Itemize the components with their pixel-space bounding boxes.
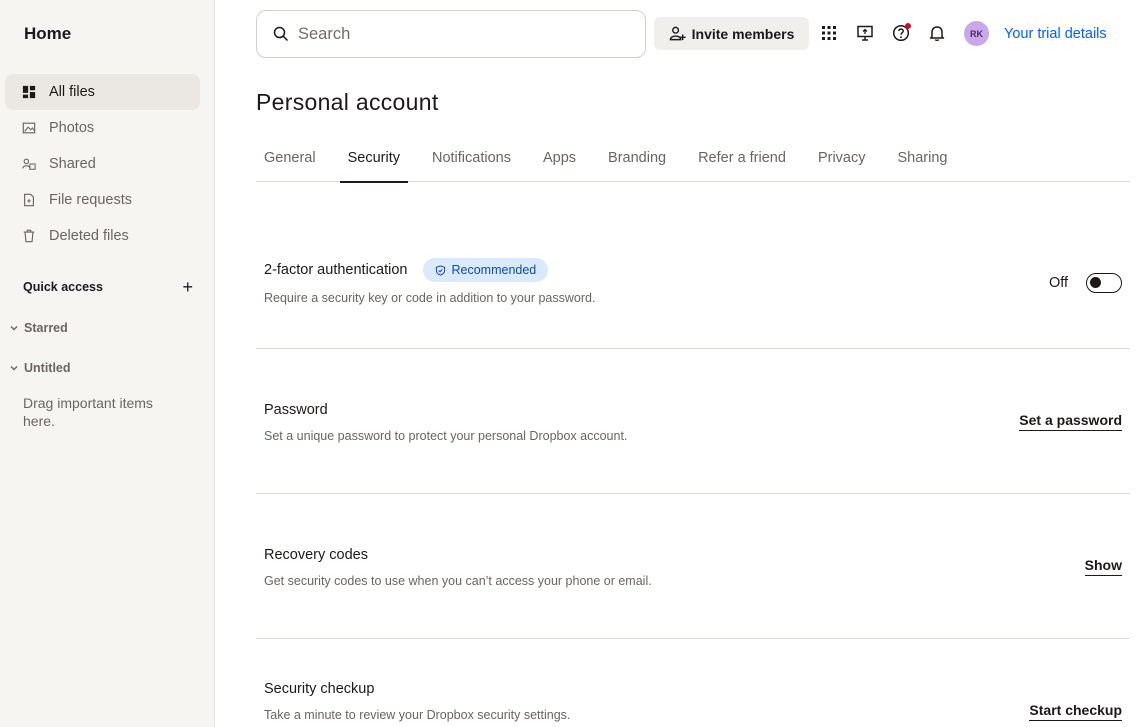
sidebar-item-label: Deleted files (49, 228, 129, 244)
untitled-group-toggle[interactable]: Untitled (9, 361, 71, 375)
invite-members-label: Invite members (691, 25, 795, 42)
password-title: Password (264, 402, 328, 418)
page-title: Personal account (256, 89, 439, 115)
two-factor-toggle-state: Off (1049, 275, 1069, 291)
two-factor-description: Require a security key or code in additi… (264, 291, 596, 305)
recovery-codes-row: Recovery codes Get security codes to use… (256, 494, 1130, 639)
quick-access-add-button[interactable]: + (182, 278, 193, 296)
password-description: Set a unique password to protect your pe… (264, 429, 628, 443)
sidebar-item-all-files[interactable]: All files (5, 74, 200, 110)
trash-icon (21, 228, 37, 244)
sidebar-item-label: File requests (49, 192, 133, 208)
tab-notifications[interactable]: Notifications (424, 140, 519, 182)
two-factor-toggle[interactable] (1086, 273, 1122, 293)
sidebar-item-file-requests[interactable]: File requests (5, 182, 200, 218)
trial-details-link[interactable]: Your trial details (1004, 26, 1107, 42)
app-grid-icon (822, 26, 836, 40)
app-grid-button[interactable] (818, 22, 840, 44)
badge-label: Recommended (451, 263, 537, 277)
chevron-down-icon (9, 363, 19, 373)
help-button[interactable] (890, 22, 912, 44)
sidebar-nav: All files Photos Shared File requests De… (5, 74, 200, 254)
shared-icon (21, 156, 37, 172)
sidebar-home-title[interactable]: Home (24, 24, 71, 44)
tab-security[interactable]: Security (339, 140, 409, 183)
untitled-label: Untitled (24, 361, 71, 375)
recommended-badge: Recommended (423, 258, 549, 282)
sidebar-item-photos[interactable]: Photos (5, 110, 200, 146)
quick-access-header: Quick access + (23, 278, 193, 296)
show-recovery-codes-button[interactable]: Show (1084, 557, 1122, 576)
sidebar: Home All files Photos Shared File reques… (0, 0, 215, 727)
bell-icon (929, 26, 945, 42)
avatar[interactable]: RK (964, 21, 989, 46)
tab-refer-a-friend[interactable]: Refer a friend (690, 140, 794, 182)
password-row: Password Set a unique password to protec… (256, 349, 1130, 494)
tab-general[interactable]: General (256, 140, 324, 182)
photo-icon (21, 120, 37, 136)
security-checkup-row: Security checkup Take a minute to review… (256, 639, 1130, 727)
sidebar-item-label: Shared (49, 156, 96, 172)
start-checkup-button[interactable]: Start checkup (1029, 702, 1122, 721)
set-password-button[interactable]: Set a password (1019, 412, 1122, 431)
notifications-button[interactable] (926, 22, 948, 44)
search-input[interactable] (298, 24, 598, 44)
two-factor-title-wrap: 2-factor authentication Recommended (264, 258, 549, 282)
shield-check-icon (436, 264, 446, 276)
tab-privacy[interactable]: Privacy (810, 140, 874, 182)
sidebar-item-shared[interactable]: Shared (5, 146, 200, 182)
two-factor-title: 2-factor authentication (264, 262, 408, 278)
desktop-app-button[interactable] (854, 22, 876, 44)
search-box[interactable] (256, 10, 646, 58)
security-checkup-description: Take a minute to review your Dropbox sec… (264, 708, 571, 722)
tab-sharing[interactable]: Sharing (889, 140, 955, 182)
security-checkup-title: Security checkup (264, 681, 375, 697)
starred-label: Starred (24, 321, 68, 335)
notification-dot (905, 23, 911, 29)
two-factor-row: 2-factor authentication Recommended Requ… (256, 182, 1130, 349)
desktop-icon (857, 25, 873, 41)
recovery-codes-description: Get security codes to use when you can’t… (264, 574, 652, 588)
recovery-codes-title: Recovery codes (264, 547, 368, 563)
sidebar-item-deleted-files[interactable]: Deleted files (5, 218, 200, 254)
sidebar-item-label: Photos (49, 120, 95, 136)
file-request-icon (21, 192, 37, 208)
folders-icon (21, 84, 37, 100)
starred-group-toggle[interactable]: Starred (9, 321, 68, 335)
sidebar-item-label: All files (49, 84, 95, 100)
add-user-icon (669, 26, 686, 41)
tab-apps[interactable]: Apps (535, 140, 584, 182)
tab-branding[interactable]: Branding (600, 140, 674, 182)
quick-access-label: Quick access (23, 280, 103, 294)
drag-items-hint: Drag important items here. (23, 395, 153, 429)
account-tabs: General Security Notifications Apps Bran… (256, 140, 1130, 183)
chevron-down-icon (9, 323, 19, 333)
invite-members-button[interactable]: Invite members (654, 17, 809, 50)
search-icon (273, 26, 289, 42)
toggle-knob (1090, 277, 1101, 288)
